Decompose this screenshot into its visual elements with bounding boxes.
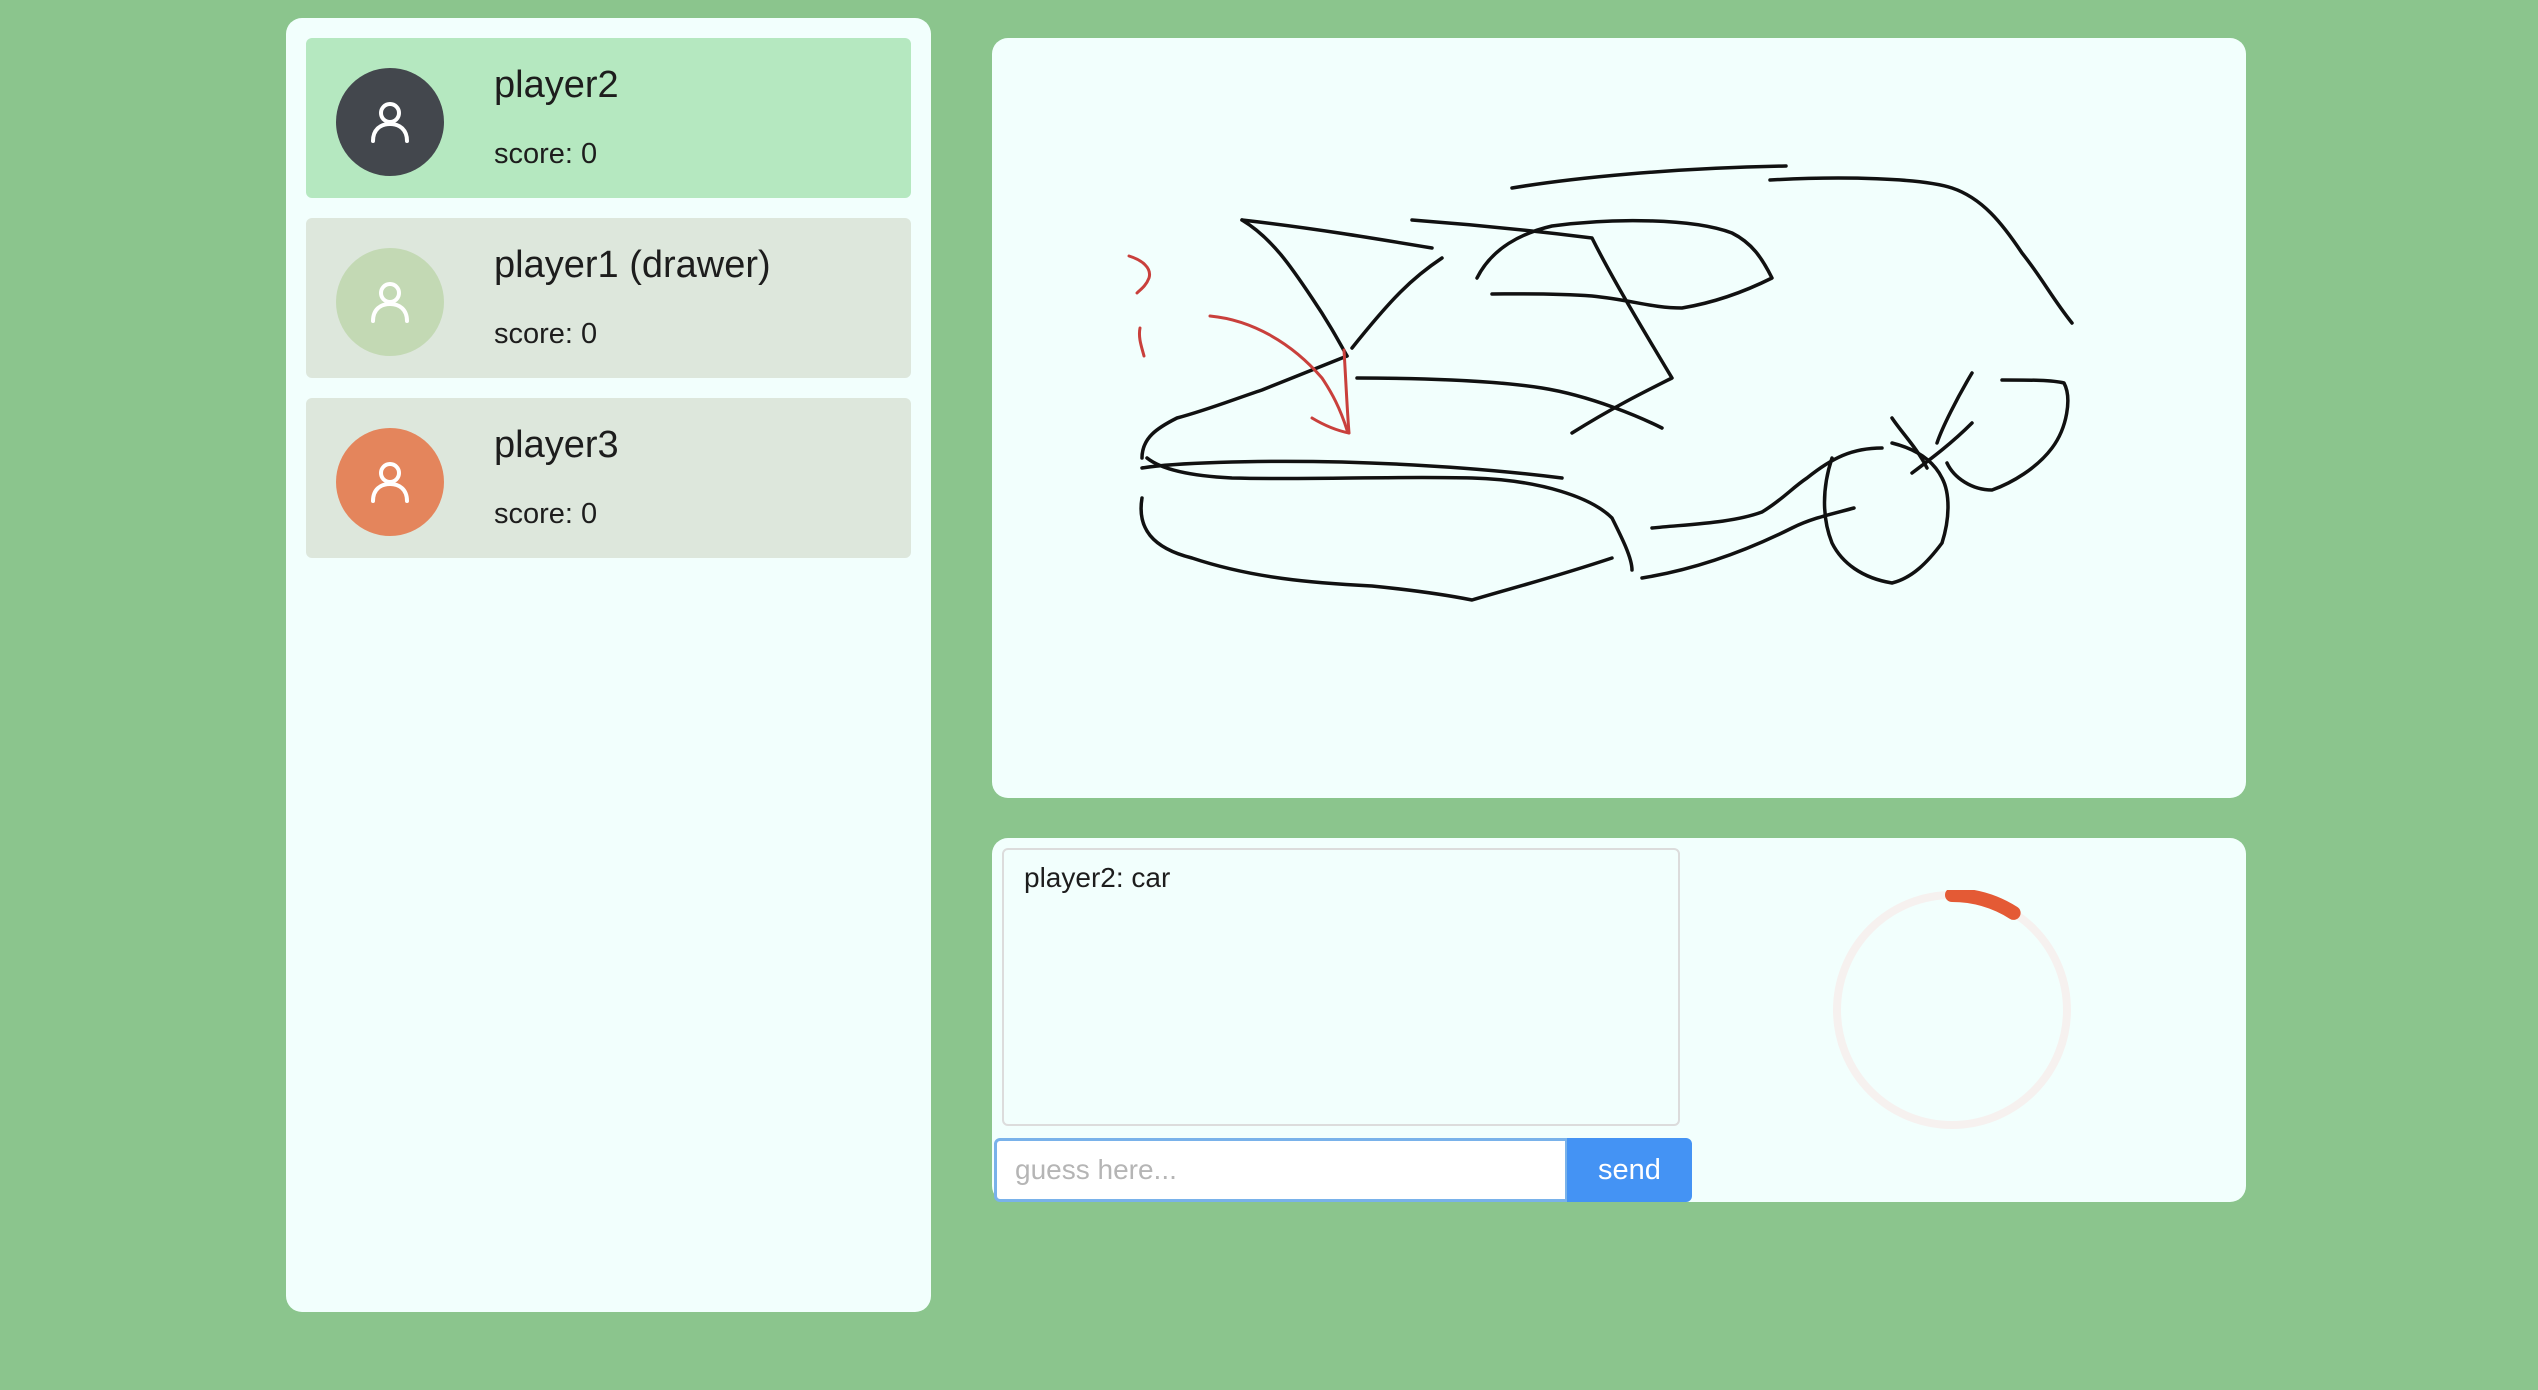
drawing-canvas[interactable] <box>992 38 2246 798</box>
user-icon <box>371 282 409 323</box>
car-sketch <box>1127 164 2074 602</box>
timer-track <box>1833 891 2071 1129</box>
chat-panel: player2: car send <box>992 838 2246 1202</box>
countdown-timer <box>1832 890 2072 1130</box>
player-score: score: 0 <box>494 498 598 530</box>
player-avatar <box>336 68 444 176</box>
chat-log: player2: car <box>1002 848 1680 1126</box>
send-button[interactable]: send <box>1567 1138 1692 1202</box>
player-name: player1 (drawer) <box>494 244 771 286</box>
user-icon <box>371 462 409 503</box>
player-name: player3 <box>494 424 619 466</box>
chat-message: player2: car <box>1024 862 1171 893</box>
user-icon <box>371 102 409 143</box>
player-score: score: 0 <box>494 138 598 170</box>
player-name: player2 <box>494 64 619 106</box>
player-avatar <box>336 428 444 536</box>
player-card-player2: player2 score: 0 <box>306 38 911 198</box>
player-card-player3: player3 score: 0 <box>306 398 911 558</box>
player-avatar <box>336 248 444 356</box>
guess-input[interactable] <box>994 1138 1568 1202</box>
player-score: score: 0 <box>494 318 598 350</box>
player-list: player2 score: 0 player1 (drawer) score:… <box>286 18 931 1312</box>
player-card-player1: player1 (drawer) score: 0 <box>306 218 911 378</box>
